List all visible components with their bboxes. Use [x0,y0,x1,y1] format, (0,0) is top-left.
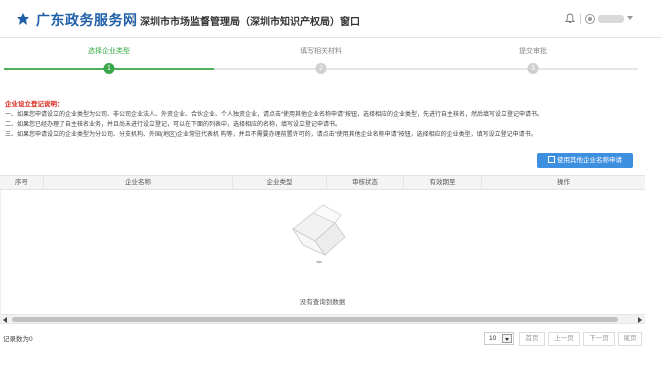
use-other-name-button[interactable]: 使用其他企业名称申请 [537,153,633,168]
window-title: 深圳市市场监督管理局（深圳市知识产权局）窗口 [140,17,360,28]
last-page-button[interactable]: 尾页 [618,332,642,346]
step-2-marker: 2 [315,63,327,74]
header-divider [132,14,133,26]
user-menu[interactable] [585,13,637,25]
header-divider-right [580,14,581,24]
step-2-label: 填写相关材料 [300,48,342,55]
empty-box-icon [291,204,346,264]
prev-page-button[interactable]: 上一页 [548,332,580,346]
empty-message: 没有查询到数据 [299,299,346,306]
bell-icon[interactable] [565,13,575,24]
step-progress: 选择企业类型 填写相关材料 提交审批 1 2 3 [0,46,662,78]
table-header: 序号 企业名称 企业类型 审核状态 有效期至 操作 [0,175,645,190]
step-3-marker: 3 [527,63,539,74]
col-valid-until[interactable]: 有效期至 [404,176,482,189]
col-company-name[interactable]: 企业名称 [44,176,233,189]
user-name-redacted [598,15,624,23]
col-index[interactable]: 序号 [0,176,44,189]
step-1-label: 选择企业类型 [88,48,130,55]
scroll-left-icon[interactable] [3,317,7,323]
notice-line-2: 二、如果您已经办理了自主核名业务，并且尚未进行设立登记，可以在下面的列表中，选择… [5,122,342,128]
col-operation[interactable]: 操作 [482,176,645,189]
horizontal-scrollbar[interactable] [0,314,645,324]
edit-icon [548,156,555,163]
step-1-marker: 1 [103,63,115,74]
step-3-label: 提交审批 [519,48,547,55]
gd-gov-logo-icon [17,13,29,25]
top-header: 广东政务服务网 深圳市市场监督管理局（深圳市知识产权局）窗口 [0,0,662,38]
notice-title: 企业设立登记说明： [5,101,64,108]
notice-line-1: 一、如果您申请设立的企业类型为公司、非公司企业法人、外资企业、合伙企业、个人独资… [5,112,544,118]
scroll-right-icon[interactable] [638,317,642,323]
user-avatar-icon [585,14,595,24]
record-count: 记录数为0 [3,336,33,343]
page-size-select[interactable]: 10 [484,332,514,345]
col-review-status[interactable]: 审核状态 [327,176,404,189]
use-other-name-label: 使用其他企业名称申请 [557,157,622,164]
scroll-thumb[interactable] [12,317,618,322]
col-company-type[interactable]: 企业类型 [233,176,327,189]
chevron-down-icon [627,16,633,20]
brand-name[interactable]: 广东政务服务网 [36,10,138,30]
notice-line-3: 三、如果您申请设立的企业类型为分公司、分支机构、外国(地区)企业常驻代表机 构等… [5,132,537,138]
next-page-button[interactable]: 下一页 [583,332,615,346]
chevron-down-icon [502,334,512,343]
first-page-button[interactable]: 首页 [519,332,545,346]
page-size-value: 10 [489,335,497,342]
